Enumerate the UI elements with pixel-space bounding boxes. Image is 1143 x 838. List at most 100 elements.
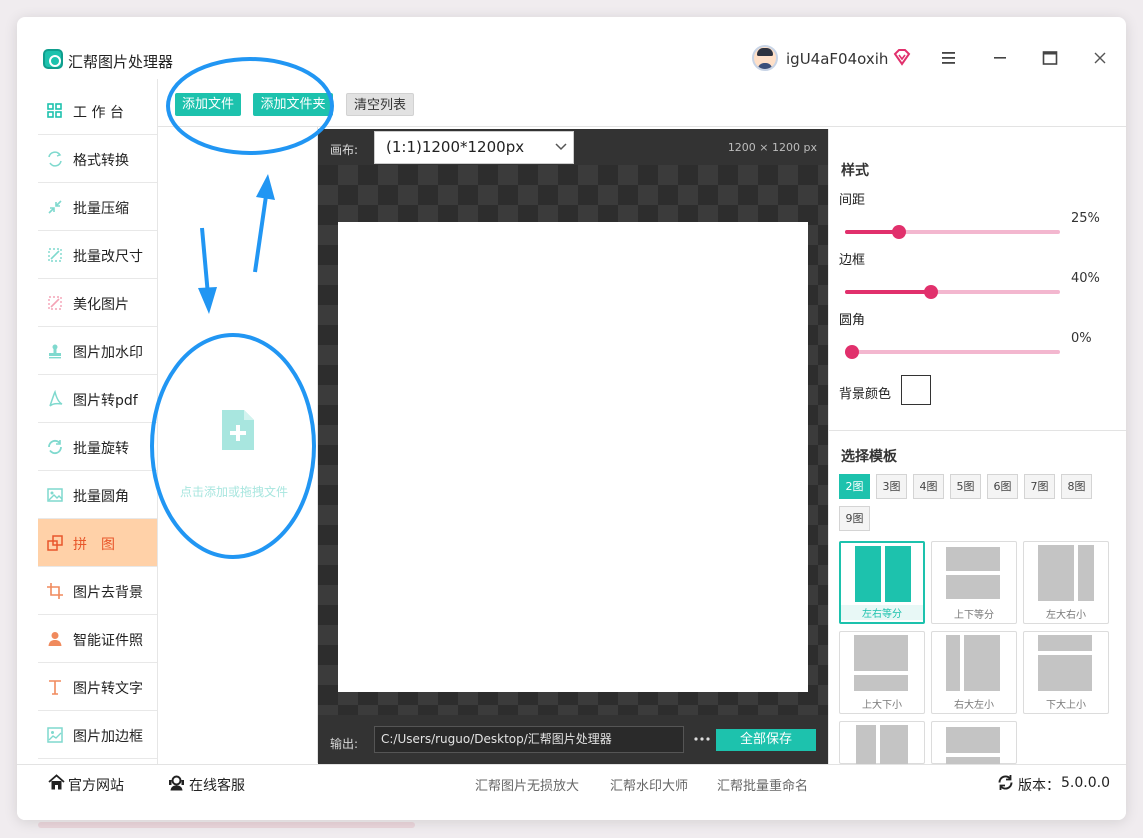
home-icon (48, 774, 65, 790)
slider-thumb[interactable] (924, 285, 938, 299)
product-link-watermark[interactable]: 汇帮水印大师 (610, 775, 688, 794)
template-label: 左右等分 (841, 605, 923, 620)
more-icon[interactable] (694, 737, 710, 741)
slider-thumb[interactable] (845, 345, 859, 359)
template-cell (964, 635, 1000, 691)
resize-icon (48, 248, 62, 262)
sidebar-item-add-border[interactable]: 图片加边框 (38, 711, 158, 759)
corner-slider[interactable] (845, 345, 1060, 359)
template-card-right-large[interactable]: 右大左小 (931, 631, 1017, 714)
grid-icon (47, 103, 62, 118)
sidebar-item-watermark[interactable]: 图片加水印 (38, 327, 158, 375)
canvas-label: 画布: (330, 143, 359, 157)
sidebar-item-beautify[interactable]: 美化图片 (38, 279, 158, 327)
person-icon (48, 632, 62, 646)
template-card-left-right-equal[interactable]: 左右等分 (839, 541, 925, 624)
close-icon[interactable] (1093, 51, 1107, 65)
template-tab-2[interactable]: 2图 (839, 474, 870, 499)
background-strip (38, 822, 415, 828)
online-support-link[interactable]: 在线客服 (189, 775, 245, 795)
style-title: 样式 (841, 163, 869, 179)
template-tab-4[interactable]: 4图 (913, 474, 944, 499)
template-card-bottom-large[interactable]: 下大上小 (1023, 631, 1109, 714)
output-path-input[interactable]: C:/Users/ruguo/Desktop/汇帮图片处理器 (374, 726, 684, 753)
corner-value: 0% (1071, 331, 1092, 346)
sidebar-item-label: 工 作 台 (73, 105, 124, 121)
refresh-icon[interactable] (997, 774, 1014, 791)
official-website-link[interactable]: 官方网站 (68, 775, 124, 795)
sidebar-item-puzzle[interactable]: 拼 图 (38, 519, 158, 567)
file-drop-area[interactable]: 点击添加或拖拽文件 (158, 127, 318, 763)
sidebar-item-batch-resize[interactable]: 批量改尺寸 (38, 231, 158, 279)
bg-color-label: 背景颜色 (839, 387, 892, 402)
rotate-icon (48, 439, 62, 455)
template-tab-5[interactable]: 5图 (950, 474, 981, 499)
template-tab-7[interactable]: 7图 (1024, 474, 1055, 499)
sidebar-item-label: 格式转换 (73, 153, 129, 169)
app-window: 汇帮图片处理器 igU4aF04oxih 工 作 台 格式转换 批量压缩 批量改… (17, 17, 1126, 820)
template-card-top-large[interactable]: 上大下小 (839, 631, 925, 714)
template-preview (1038, 545, 1094, 601)
file-add-icon (222, 410, 254, 450)
sidebar-item-label: 图片转pdf (73, 393, 138, 409)
sidebar-item-remove-bg[interactable]: 图片去背景 (38, 567, 158, 615)
sidebar-item-format-convert[interactable]: 格式转换 (38, 135, 158, 183)
sidebar-item-label: 图片加水印 (73, 345, 143, 361)
username[interactable]: igU4aF04oxih (786, 50, 888, 68)
add-file-button[interactable]: 添加文件 (175, 93, 241, 116)
add-folder-button[interactable]: 添加文件夹 (253, 93, 333, 116)
spacing-slider[interactable] (845, 225, 1060, 239)
border-label: 边框 (839, 253, 866, 268)
sidebar-item-to-pdf[interactable]: 图片转pdf (38, 375, 158, 423)
slider-thumb[interactable] (891, 225, 906, 239)
template-title: 选择模板 (841, 449, 897, 465)
template-tab-6[interactable]: 6图 (987, 474, 1018, 499)
canvas-checkerboard (318, 165, 828, 715)
clear-list-button[interactable]: 清空列表 (346, 93, 414, 116)
sidebar-item-label: 美化图片 (73, 297, 129, 313)
image-icon (47, 488, 63, 502)
app-title: 汇帮图片处理器 (68, 53, 174, 71)
canvas-size-select[interactable]: (1:1)1200*1200px (374, 131, 574, 164)
menu-icon[interactable] (941, 51, 957, 65)
canvas-panel: 画布: (1:1)1200*1200px 1200 × 1200 px 输出: … (318, 129, 828, 764)
frame-icon (47, 727, 63, 743)
sidebar-item-label: 批量压缩 (73, 201, 129, 217)
sidebar-item-batch-round-corner[interactable]: 批量圆角 (38, 471, 158, 519)
sidebar-item-batch-rotate[interactable]: 批量旋转 (38, 423, 158, 471)
beautify-icon (48, 296, 62, 310)
template-cell (1078, 545, 1094, 601)
sidebar-item-to-text[interactable]: 图片转文字 (38, 663, 158, 711)
template-cell (854, 635, 908, 671)
canvas-preview[interactable] (338, 222, 808, 692)
template-card-left-large[interactable]: 左大右小 (1023, 541, 1109, 624)
product-link-upscale[interactable]: 汇帮图片无损放大 (475, 775, 579, 794)
sidebar-item-label: 批量改尺寸 (73, 249, 143, 265)
vip-diamond-icon[interactable] (893, 48, 911, 66)
template-card-8[interactable] (931, 721, 1017, 777)
template-cell (1038, 655, 1092, 691)
maximize-icon[interactable] (1042, 51, 1058, 65)
template-tab-3[interactable]: 3图 (876, 474, 907, 499)
template-preview (946, 545, 1002, 601)
template-label: 上大下小 (862, 700, 902, 711)
sidebar-item-batch-compress[interactable]: 批量压缩 (38, 183, 158, 231)
template-tab-9[interactable]: 9图 (839, 506, 870, 531)
canvas-size-value: (1:1)1200*1200px (386, 138, 525, 156)
template-card-top-bottom-equal[interactable]: 上下等分 (931, 541, 1017, 624)
template-card-7[interactable] (839, 721, 925, 777)
drop-hint-text: 点击添加或拖拽文件 (180, 485, 289, 499)
border-slider[interactable] (845, 285, 1060, 299)
minimize-icon[interactable] (992, 51, 1008, 65)
template-cell (946, 547, 1000, 571)
bg-color-swatch[interactable] (901, 375, 931, 405)
sidebar: 工 作 台 格式转换 批量压缩 批量改尺寸 美化图片 图片加水印 图片转pdf … (38, 87, 158, 763)
template-tab-8[interactable]: 8图 (1061, 474, 1092, 499)
save-all-button[interactable]: 全部保存 (716, 729, 816, 751)
sidebar-item-workbench[interactable]: 工 作 台 (38, 87, 158, 135)
avatar[interactable] (752, 45, 778, 71)
product-link-rename[interactable]: 汇帮批量重命名 (717, 775, 808, 794)
sidebar-item-id-photo[interactable]: 智能证件照 (38, 615, 158, 663)
sidebar-item-label: 批量旋转 (73, 441, 129, 457)
template-cell (946, 575, 1000, 599)
